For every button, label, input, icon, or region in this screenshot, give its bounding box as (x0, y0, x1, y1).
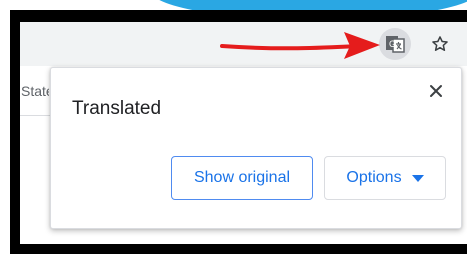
chevron-down-icon (411, 174, 424, 182)
star-icon (432, 36, 448, 51)
annotation-arrow (220, 32, 380, 59)
page-partial-text: State (21, 83, 49, 99)
close-button[interactable] (425, 80, 447, 102)
close-icon (430, 85, 442, 97)
options-button[interactable]: Options (324, 156, 446, 200)
bubble-title: Translated (72, 98, 162, 119)
translate-bubble: Translated Show original Options (50, 67, 462, 229)
svg-text:G: G (389, 39, 396, 49)
page-divider (20, 115, 50, 116)
bookmark-button[interactable] (424, 28, 456, 60)
tab-strip (236, 10, 336, 22)
options-label: Options (346, 169, 402, 186)
show-original-label: Show original (193, 169, 291, 186)
show-original-button[interactable]: Show original (171, 156, 313, 200)
